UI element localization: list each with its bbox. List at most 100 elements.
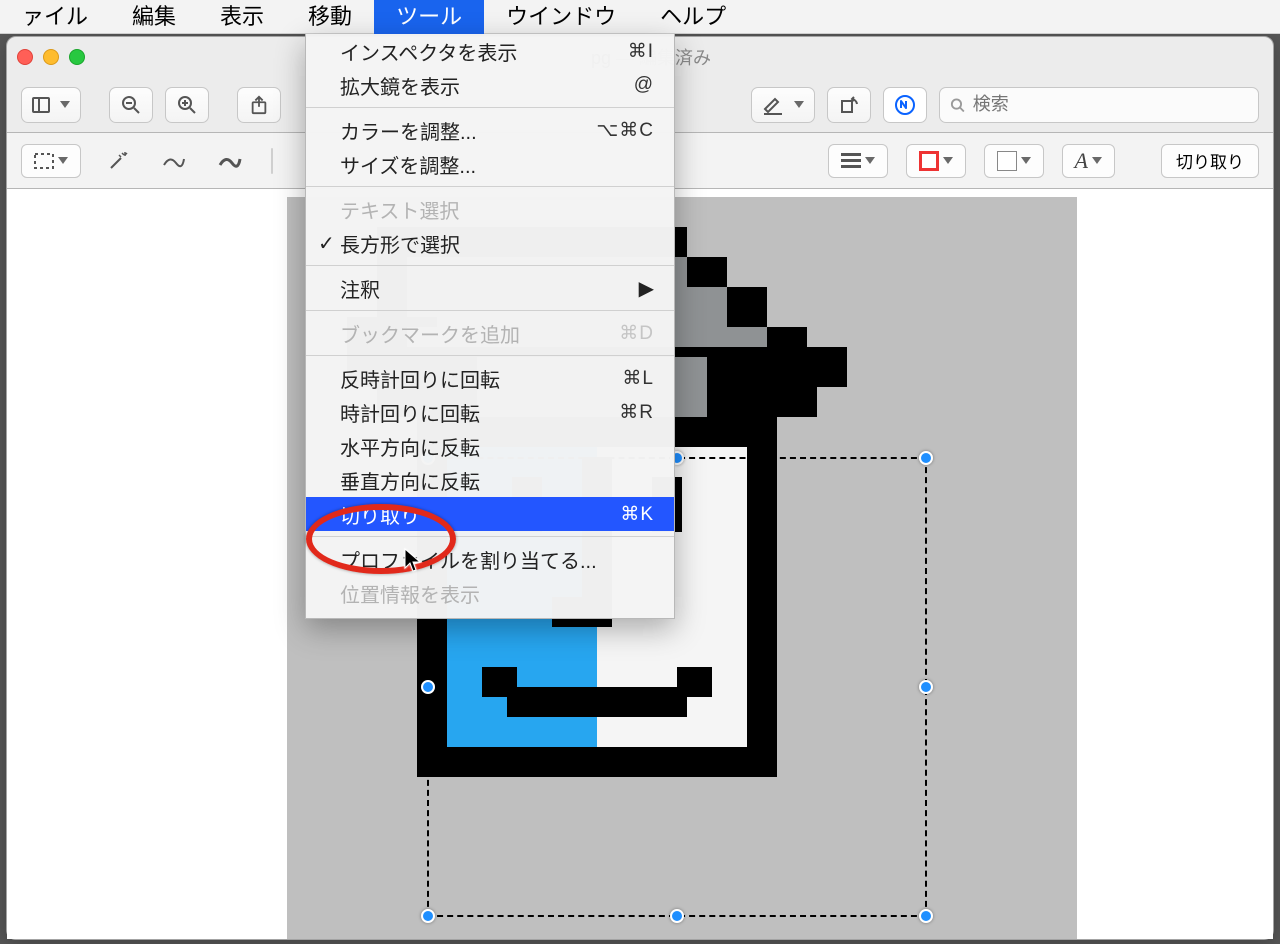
selection-handle-se[interactable] <box>919 909 933 923</box>
zoom-in-button[interactable] <box>165 87 209 123</box>
fill-swatch-icon <box>997 151 1017 171</box>
sidebar-toggle-button[interactable] <box>21 87 81 123</box>
pen-line-icon <box>218 151 242 171</box>
selection-handle-ne[interactable] <box>919 451 933 465</box>
submenu-arrow-icon: ▶ <box>639 276 654 301</box>
menu-separator <box>306 310 674 311</box>
menu-item-label: 水平方向に反転 <box>340 432 480 461</box>
selection-handle-w[interactable] <box>421 680 435 694</box>
minimize-window-button[interactable] <box>43 49 59 65</box>
lines-icon <box>841 153 861 168</box>
close-window-button[interactable] <box>17 49 33 65</box>
menu-edit[interactable]: 編集 <box>110 0 198 34</box>
text-style-label: A <box>1075 148 1088 174</box>
markup-toggle-button[interactable] <box>883 87 927 123</box>
menu-item-label: 時計回りに回転 <box>340 398 480 427</box>
menu-item-shortcut: ⌘K <box>620 503 654 526</box>
menu-item-label: インスペクタを表示 <box>340 37 517 66</box>
rotate-button[interactable] <box>827 87 871 123</box>
menu-separator <box>306 107 674 108</box>
menu-separator <box>306 186 674 187</box>
crop-button[interactable]: 切り取り <box>1161 144 1259 178</box>
highlight-button[interactable] <box>751 87 815 123</box>
menu-item-label: サイズを調整... <box>340 150 476 179</box>
menu-separator <box>306 355 674 356</box>
menu-item-label: ブックマークを追加 <box>340 319 520 348</box>
separator <box>271 148 273 174</box>
menu-item-shortcut: ⌘I <box>628 40 654 63</box>
shape-stroke-button[interactable] <box>828 144 888 178</box>
menu-item-shortcut: ⌘D <box>619 322 654 345</box>
chevron-down-icon <box>1021 157 1031 164</box>
crop-button-label: 切り取り <box>1176 148 1244 173</box>
search-icon <box>950 97 965 113</box>
selection-handle-e[interactable] <box>919 680 933 694</box>
menu-view[interactable]: 表示 <box>198 0 286 34</box>
menubar: ァイル 編集 表示 移動 ツール ウインドウ ヘルプ <box>0 0 1280 34</box>
menu-window[interactable]: ウインドウ <box>484 0 638 34</box>
border-color-button[interactable] <box>906 144 966 178</box>
menu-help[interactable]: ヘルプ <box>638 0 748 34</box>
chevron-down-icon <box>58 157 68 164</box>
selection-icon <box>34 153 54 169</box>
share-icon <box>250 95 268 115</box>
sketch-button[interactable] <box>211 144 249 178</box>
selection-handle-s[interactable] <box>670 909 684 923</box>
menu-item[interactable]: インスペクタを表示 ⌘I <box>306 34 674 68</box>
menu-item-label: 注釈 <box>340 274 380 303</box>
selection-handle-sw[interactable] <box>421 909 435 923</box>
menu-item-label: 位置情報を表示 <box>340 579 480 608</box>
chevron-down-icon <box>865 157 875 164</box>
menu-item-shortcut: ⌥⌘C <box>596 119 654 142</box>
menu-item[interactable]: 反時計回りに回転⌘L <box>306 361 674 395</box>
share-button[interactable] <box>237 87 281 123</box>
menu-item[interactable]: 注釈 ▶ <box>306 271 674 305</box>
menu-separator <box>306 265 674 266</box>
zoom-out-button[interactable] <box>109 87 153 123</box>
menu-item: テキスト選択 <box>306 192 674 226</box>
menu-item[interactable]: 水平方向に反転 <box>306 429 674 463</box>
menu-item: 位置情報を表示 <box>306 576 674 610</box>
menu-go[interactable]: 移動 <box>286 0 374 34</box>
menu-item-shortcut: ⌘R <box>619 401 654 424</box>
chevron-down-icon <box>943 157 953 164</box>
menu-tools[interactable]: ツール <box>374 0 484 34</box>
menu-item: ブックマークを追加 ⌘D <box>306 316 674 350</box>
border-swatch-icon <box>919 151 939 171</box>
fill-color-button[interactable] <box>984 144 1044 178</box>
menu-item-label: 反時計回りに回転 <box>340 364 500 393</box>
zoom-window-button[interactable] <box>69 49 85 65</box>
selection-tool-button[interactable] <box>21 144 81 178</box>
menu-item-label: テキスト選択 <box>340 195 459 224</box>
chevron-down-icon <box>1092 157 1102 164</box>
check-icon: ✓ <box>318 231 335 256</box>
zoom-in-icon <box>177 95 197 115</box>
chevron-down-icon <box>60 101 70 108</box>
search-field[interactable] <box>939 87 1259 123</box>
wand-icon <box>107 150 129 172</box>
menu-item[interactable]: 時計回りに回転 ⌘R <box>306 395 674 429</box>
pencil-line-icon <box>162 151 186 171</box>
menu-item[interactable]: カラーを調整... ⌥⌘C <box>306 113 674 147</box>
zoom-out-icon <box>121 95 141 115</box>
menu-item[interactable]: サイズを調整... <box>306 147 674 181</box>
text-style-button[interactable]: A <box>1062 144 1115 178</box>
mouse-cursor <box>404 548 422 574</box>
rotate-icon <box>839 95 859 115</box>
menu-file[interactable]: ァイル <box>0 0 110 34</box>
menu-item-label: カラーを調整... <box>340 116 477 145</box>
markup-icon <box>894 94 916 116</box>
annotation-red-circle <box>306 504 456 574</box>
window-controls <box>17 49 85 65</box>
menu-item[interactable]: ✓長方形で選択 <box>306 226 674 260</box>
search-input[interactable] <box>973 94 1248 115</box>
chevron-down-icon <box>794 101 804 108</box>
sidebar-icon <box>32 97 50 113</box>
menu-item-label: 拡大鏡を表示 <box>340 71 460 100</box>
menu-item[interactable]: 垂直方向に反転 <box>306 463 674 497</box>
draw-button[interactable] <box>155 144 193 178</box>
instant-alpha-button[interactable] <box>99 144 137 178</box>
menu-item-label: 長方形で選択 <box>340 229 460 258</box>
menu-item[interactable]: 拡大鏡を表示 @ <box>306 68 674 102</box>
menu-item-shortcut: @ <box>634 74 654 96</box>
